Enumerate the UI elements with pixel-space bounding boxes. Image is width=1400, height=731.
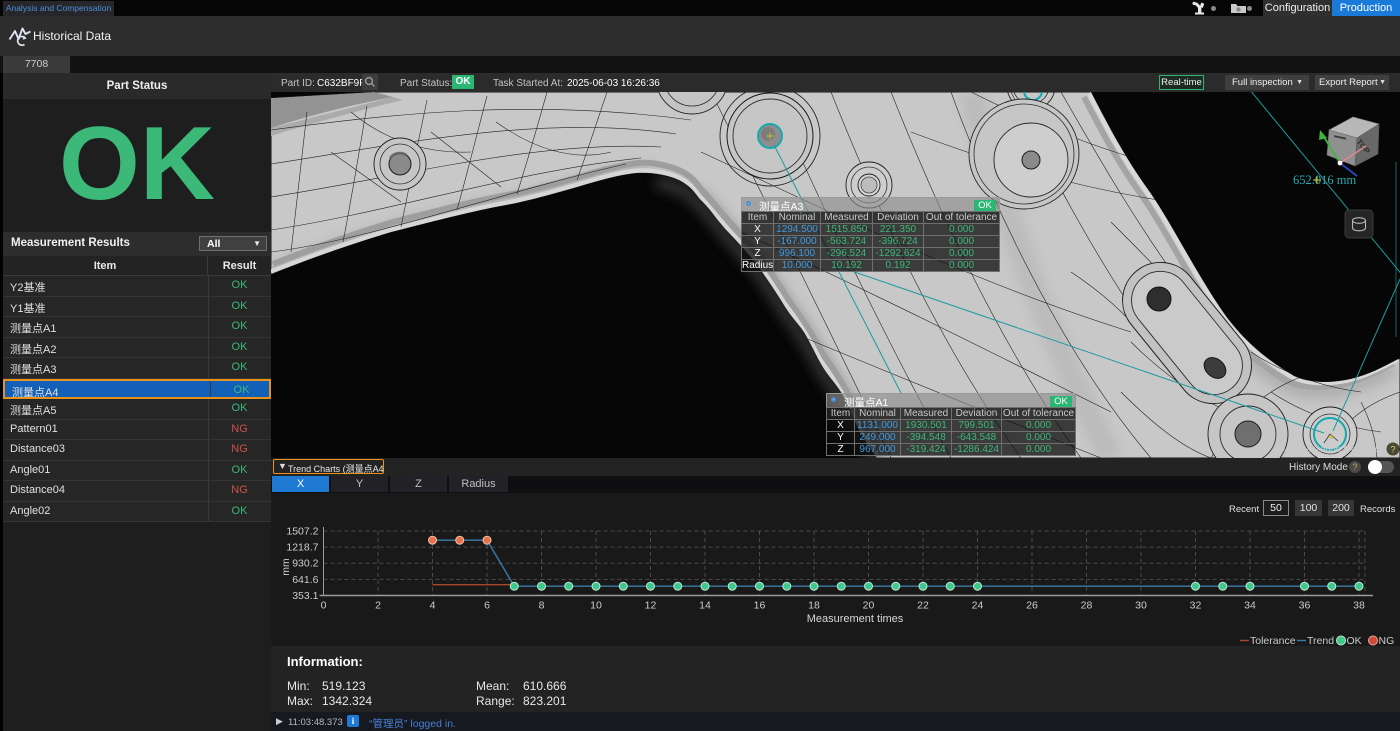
svg-text:8: 8 xyxy=(539,600,545,612)
svg-text:12: 12 xyxy=(645,600,657,612)
svg-text:36: 36 xyxy=(1299,600,1311,612)
svg-text:Measurement times: Measurement times xyxy=(807,613,904,625)
svg-text:34: 34 xyxy=(1244,600,1256,612)
svg-text:22: 22 xyxy=(917,600,929,612)
svg-text:Trend: Trend xyxy=(1307,635,1334,646)
svg-text:10: 10 xyxy=(590,600,602,612)
svg-text:26: 26 xyxy=(1026,600,1038,612)
svg-text:14: 14 xyxy=(699,600,711,612)
svg-text:0: 0 xyxy=(321,600,327,612)
svg-text:30: 30 xyxy=(1135,600,1147,612)
svg-text:24: 24 xyxy=(972,600,984,612)
svg-text:353.1: 353.1 xyxy=(292,590,318,602)
svg-text:mm: mm xyxy=(280,558,292,576)
svg-text:?: ? xyxy=(1390,445,1395,455)
svg-text:NG: NG xyxy=(1379,635,1395,646)
svg-text:3D Visualization Operations: 3D Visualization Operations xyxy=(1273,444,1390,455)
svg-text:1507.2: 1507.2 xyxy=(286,526,318,538)
svg-text:641.6: 641.6 xyxy=(292,574,318,586)
svg-text:16: 16 xyxy=(754,600,766,612)
svg-text:6: 6 xyxy=(484,600,490,612)
svg-text:OK: OK xyxy=(1347,635,1362,646)
svg-text:Tolerance: Tolerance xyxy=(1250,635,1296,646)
svg-text:28: 28 xyxy=(1081,600,1093,612)
svg-text:930.2: 930.2 xyxy=(292,558,318,570)
svg-text:38: 38 xyxy=(1353,600,1365,612)
svg-text:18: 18 xyxy=(808,600,820,612)
svg-text:1218.7: 1218.7 xyxy=(286,542,318,554)
svg-text:4: 4 xyxy=(430,600,436,612)
svg-text:2: 2 xyxy=(375,600,381,612)
svg-text:20: 20 xyxy=(863,600,875,612)
svg-text:652.016 mm: 652.016 mm xyxy=(1293,173,1356,187)
svg-text:32: 32 xyxy=(1190,600,1202,612)
